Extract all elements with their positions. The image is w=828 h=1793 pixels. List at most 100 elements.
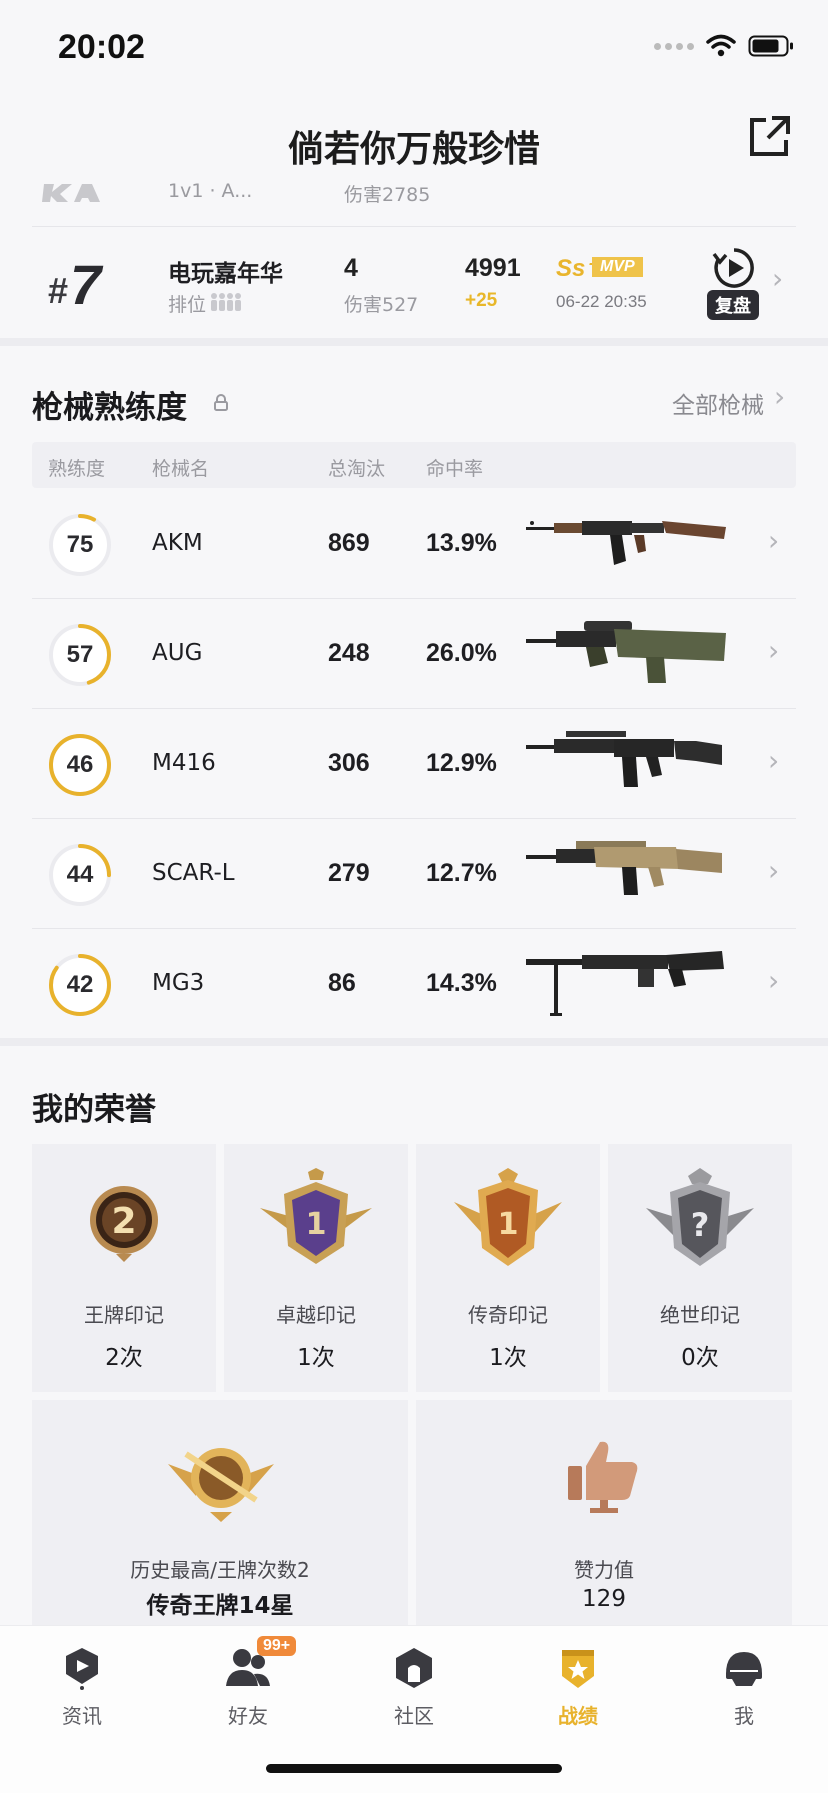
weapon-row-m416[interactable]: 46 M416 306 12.9% ›	[32, 708, 796, 818]
honor-count: 2次	[105, 1345, 143, 1371]
weapons-table-header: 熟练度 枪械名 总淘汰 命中率	[32, 442, 796, 488]
match-type: 排位	[168, 294, 207, 316]
weapon-name: AKM	[152, 530, 203, 556]
prev-damage: 伤害2785	[344, 184, 431, 206]
weapon-name: SCAR-L	[152, 860, 235, 886]
home-indicator[interactable]	[266, 1764, 562, 1773]
history-best-value: 传奇王牌14星	[146, 1593, 294, 1619]
mvp-badge: MVP	[592, 257, 643, 277]
battery-icon	[748, 35, 793, 57]
weapon-row-aug[interactable]: 57 AUG 248 26.0% ›	[32, 598, 796, 708]
news-icon	[66, 1648, 98, 1690]
peerless-emblem-icon: ?	[646, 1168, 754, 1266]
honor-card-peerless[interactable]: ? 绝世印记 0次	[608, 1144, 792, 1392]
honor-card-legend[interactable]: 1 传奇印记 1次	[416, 1144, 600, 1392]
tab-news[interactable]: 资讯	[22, 1646, 142, 1729]
mg3-machine-gun-icon	[526, 951, 724, 1016]
honor-card-history-best[interactable]: 历史最高/王牌次数2 传奇王牌14星	[32, 1400, 408, 1625]
proficiency-value: 44	[66, 861, 94, 888]
section-divider	[0, 338, 828, 346]
section-divider	[0, 1038, 828, 1046]
chevron-right-icon[interactable]: ›	[768, 964, 779, 997]
tab-record[interactable]: 战绩	[518, 1646, 638, 1729]
tab-label: 好友	[228, 1704, 268, 1728]
honor-label: 卓越印记	[276, 1303, 356, 1327]
weapon-accuracy: 12.9%	[426, 749, 497, 777]
svg-text:1: 1	[498, 1207, 519, 1242]
proficiency-value: 42	[66, 971, 94, 998]
weapon-accuracy: 13.9%	[426, 529, 497, 557]
honor-card-ace[interactable]: 2 王牌印记 2次	[32, 1144, 216, 1392]
rank-hash: #	[48, 270, 69, 311]
weapon-name: M416	[152, 750, 216, 776]
weapon-row-akm[interactable]: 75 AKM 869 13.9% ›	[32, 488, 796, 598]
honor-label: 绝世印记	[660, 1303, 740, 1327]
weapon-accuracy: 26.0%	[426, 639, 497, 667]
proficiency-value: 75	[66, 531, 94, 558]
chevron-right-icon[interactable]: ›	[772, 262, 783, 295]
tab-community[interactable]: 社区	[354, 1646, 474, 1729]
honor-count: 1次	[489, 1345, 527, 1371]
status-time: 20:02	[58, 28, 145, 66]
replay-button[interactable]: 复盘	[707, 290, 759, 320]
chevron-right-icon[interactable]: ›	[768, 854, 779, 887]
svg-text:?: ?	[691, 1206, 710, 1244]
tab-me[interactable]: 我	[684, 1646, 804, 1729]
tab-friends[interactable]: 好友	[188, 1646, 308, 1729]
record-icon	[562, 1650, 594, 1688]
svg-text:2: 2	[111, 1201, 136, 1242]
honor-card-likes[interactable]: 赞力值 129	[416, 1400, 792, 1625]
tab-label: 资讯	[62, 1704, 102, 1728]
weapon-row-scar-l[interactable]: 44 SCAR-L 279 12.7% ›	[32, 818, 796, 928]
lock-icon[interactable]	[212, 394, 230, 412]
wifi-icon	[706, 34, 736, 57]
col-proficiency: 熟练度	[48, 458, 106, 480]
team-icon	[211, 293, 241, 311]
all-weapons-link[interactable]: 全部枪械	[672, 386, 764, 420]
match-row[interactable]	[0, 228, 828, 338]
honor-card-excellence[interactable]: 1 卓越印记 1次	[224, 1144, 408, 1392]
tab-label: 战绩	[558, 1704, 598, 1728]
community-icon	[396, 1648, 432, 1688]
previous-match-row[interactable]: 1v1 · A... 伤害2785	[0, 176, 828, 212]
score-delta: +25	[465, 290, 498, 311]
weapon-accuracy: 12.7%	[426, 859, 497, 887]
likes-label: 赞力值	[574, 1558, 634, 1582]
col-total-kills: 总淘汰	[328, 458, 386, 480]
friends-badge: 99+	[257, 1636, 297, 1656]
chevron-right-icon[interactable]: ›	[768, 634, 779, 667]
chevron-right-icon[interactable]: ›	[768, 524, 779, 557]
tab-label: 我	[734, 1704, 754, 1728]
match-mode: 电玩嘉年华	[168, 261, 283, 287]
col-weapon-name: 枪械名	[152, 458, 210, 480]
chevron-right-icon[interactable]: ›	[768, 744, 779, 777]
legend-emblem-icon: 1	[454, 1168, 562, 1266]
honors-title: 我的荣誉	[32, 1092, 156, 1128]
share-icon[interactable]	[748, 114, 792, 158]
weapons-title: 枪械熟练度	[32, 390, 187, 426]
helmet-icon	[726, 1652, 762, 1686]
history-best-label: 历史最高/王牌次数2	[130, 1558, 310, 1582]
page-title: 倘若你万般珍惜	[287, 129, 540, 170]
legend-ace-badge-icon	[168, 1448, 274, 1522]
match-kills: 4	[344, 254, 358, 282]
weapon-kills: 306	[328, 749, 370, 777]
prev-mode: 1v1 · A...	[168, 180, 253, 202]
rank-logo-icon	[42, 184, 100, 202]
weapon-row-mg3[interactable]: 42 MG3 86 14.3% ›	[32, 928, 796, 1038]
likes-value: 129	[582, 1586, 626, 1612]
ace-emblem-icon: 2	[90, 1186, 158, 1262]
tab-label: 社区	[394, 1704, 434, 1728]
match-score: 4991	[465, 254, 521, 282]
replay-icon[interactable]	[712, 246, 756, 290]
proficiency-value: 46	[66, 751, 94, 778]
divider	[32, 226, 796, 227]
weapon-name: AUG	[152, 640, 203, 666]
chevron-right-icon[interactable]: ›	[774, 380, 785, 413]
honor-label: 传奇印记	[468, 1303, 548, 1327]
proficiency-value: 57	[66, 641, 94, 668]
match-time: 06-22 20:35	[556, 292, 647, 311]
weapon-kills: 279	[328, 859, 370, 887]
m416-rifle-icon	[526, 731, 722, 787]
col-accuracy: 命中率	[426, 458, 484, 480]
